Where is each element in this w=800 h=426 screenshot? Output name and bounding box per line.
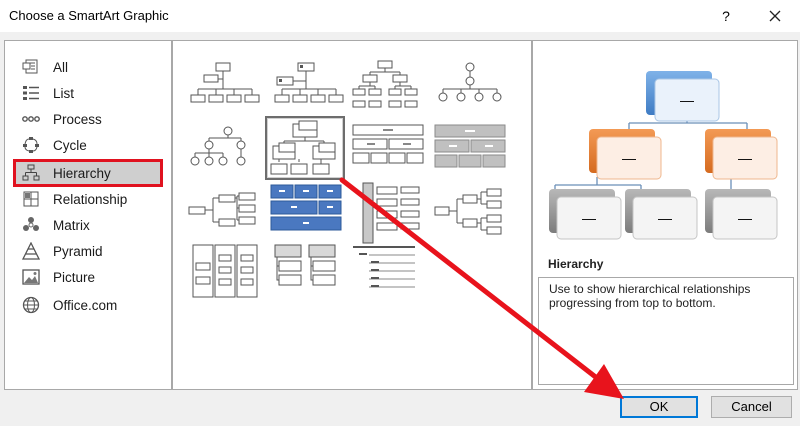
category-office-com[interactable]: Office.com [15,293,161,317]
preview-description: Use to show hierarchical relationships p… [538,277,794,385]
layout-hierarchy-selected[interactable] [265,116,345,180]
preview-mid-node-left: — [622,150,636,166]
dialog-title: Choose a SmartArt Graphic [9,8,169,23]
preview-top-node: — [680,92,694,108]
category-relationship[interactable]: Relationship [15,187,161,211]
cancel-button[interactable]: Cancel [711,396,792,418]
process-icon [21,109,41,129]
globe-icon [21,295,41,315]
help-button[interactable]: ? [706,0,746,32]
cycle-icon [21,135,41,155]
matrix-icon [21,215,41,235]
pyramid-icon [21,241,41,261]
close-icon [769,10,781,22]
category-label: Hierarchy [53,165,111,181]
preview-panel: — — — — — — Hierarchy Use to show hierar… [532,40,798,390]
list-icon [21,83,41,103]
preview-leaf-node-3: — [738,210,752,226]
title-bar: Choose a SmartArt Graphic ? [0,0,800,32]
all-icon [21,57,41,77]
layout-name-title-org-chart[interactable] [267,57,345,121]
category-picture[interactable]: Picture [15,265,161,289]
category-process[interactable]: Process [15,107,161,131]
preview-graphic: — — — — — — [541,51,791,259]
category-pyramid[interactable]: Pyramid [15,239,161,263]
layout-organization-chart[interactable] [185,57,263,121]
layout-gallery [172,40,532,390]
category-label: List [53,85,75,101]
category-list: All List Process Cycle Hierarchy Relatio… [4,40,172,390]
layout-horizontal-multi-level[interactable] [431,181,509,245]
layout-blue-hierarchy-list[interactable] [267,181,345,245]
relationship-icon [21,189,41,209]
category-label: Pyramid [53,243,103,259]
close-button[interactable] [752,0,798,32]
category-label: All [53,59,69,75]
preview-title: Hierarchy [548,257,604,271]
category-label: Process [53,111,102,127]
layout-hierarchy-list[interactable] [267,241,345,305]
category-label: Matrix [53,217,90,233]
category-label: Relationship [53,191,128,207]
layout-lined-list[interactable] [349,241,427,305]
hierarchy-icon [21,163,41,183]
category-all[interactable]: All [15,55,161,79]
layout-table-hierarchy[interactable] [349,121,427,185]
preview-leaf-node-2: — [658,210,672,226]
layout-hierarchy[interactable] [349,57,427,121]
smartart-dialog: Choose a SmartArt Graphic ? All List Pro… [0,0,800,426]
layout-circle-hierarchy[interactable] [431,57,509,121]
category-label: Cycle [53,137,87,153]
layout-horizontal-org-chart[interactable] [185,181,263,245]
category-list-item[interactable]: List [15,81,161,105]
layout-labeled-hierarchy[interactable] [185,121,263,185]
ok-button[interactable]: OK [620,396,698,418]
preview-mid-node-right: — [738,150,752,166]
preview-leaf-node-1: — [582,210,596,226]
category-cycle[interactable]: Cycle [15,133,161,157]
category-hierarchy[interactable]: Hierarchy [13,159,163,187]
layout-lined-list-hierarchy[interactable] [349,181,427,245]
category-matrix[interactable]: Matrix [15,213,161,237]
layout-architecture-layout[interactable] [185,241,263,305]
layout-horizontal-hierarchy-blocks[interactable] [431,121,509,185]
picture-icon [21,267,41,287]
category-label: Picture [53,269,96,285]
category-label: Office.com [53,297,118,313]
